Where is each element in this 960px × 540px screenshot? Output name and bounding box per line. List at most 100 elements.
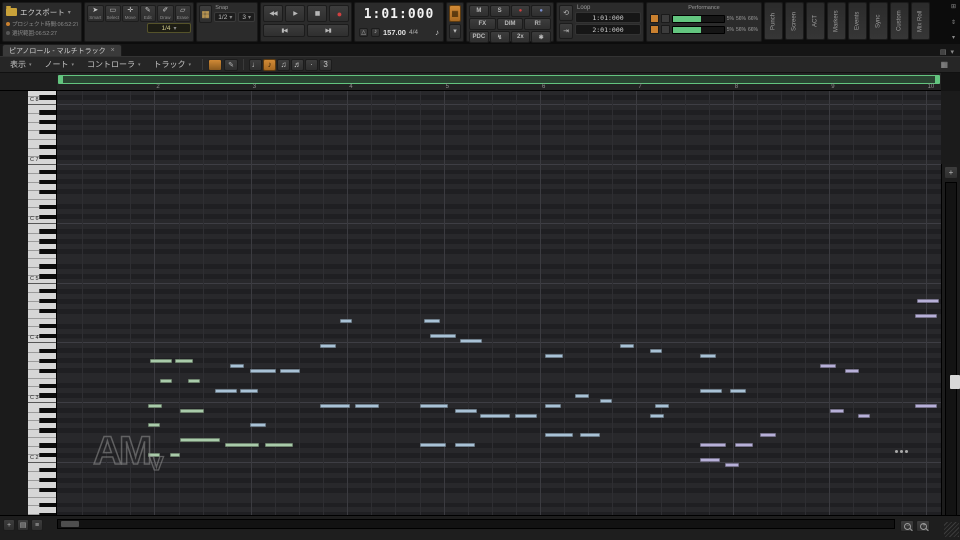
midi-note[interactable]: [915, 314, 937, 319]
midi-note[interactable]: [915, 403, 937, 408]
midi-note[interactable]: [620, 343, 634, 348]
black-key[interactable]: [39, 443, 56, 448]
collapsed-module-custom[interactable]: Custom: [890, 2, 909, 40]
tab-piano-roll[interactable]: ピアノロール - マルチトラック ×: [2, 44, 122, 56]
black-key[interactable]: [39, 323, 56, 329]
black-key[interactable]: [39, 487, 56, 493]
black-key[interactable]: [39, 308, 56, 314]
black-key[interactable]: [39, 239, 56, 244]
midi-note[interactable]: [655, 403, 669, 408]
midi-note[interactable]: [420, 403, 448, 408]
midi-note[interactable]: [180, 438, 220, 443]
bottom-tool-button[interactable]: ▤: [17, 519, 29, 531]
black-key[interactable]: [39, 130, 56, 135]
meter-value[interactable]: 4/4: [409, 29, 418, 36]
black-key[interactable]: [39, 348, 56, 354]
black-key[interactable]: [39, 408, 56, 413]
midi-note[interactable]: [575, 393, 589, 398]
bottom-tool-button[interactable]: +: [3, 519, 15, 531]
snap-value-select[interactable]: 1/2 ▾: [214, 12, 237, 22]
fx-button[interactable]: FX: [469, 18, 496, 30]
vertical-scrollbar[interactable]: [945, 182, 960, 540]
midi-note[interactable]: [858, 413, 870, 418]
black-key[interactable]: [39, 383, 56, 388]
midi-activity-button[interactable]: ▦: [449, 5, 461, 22]
black-key[interactable]: [39, 358, 56, 364]
midi-note[interactable]: [175, 358, 193, 363]
midi-note[interactable]: [148, 403, 162, 408]
export-button[interactable]: エクスポート ▾: [6, 5, 78, 19]
midi-note[interactable]: [650, 413, 664, 418]
vertical-scroll-thumb[interactable]: [950, 375, 960, 389]
black-key[interactable]: [39, 418, 56, 423]
menu-2[interactable]: コントローラ ▾: [81, 58, 147, 71]
midi-note[interactable]: [265, 443, 293, 448]
black-key[interactable]: [39, 179, 56, 185]
tool-edit-button[interactable]: ✎ Edit: [139, 5, 156, 22]
midi-note[interactable]: [845, 368, 859, 373]
midi-note[interactable]: [760, 433, 776, 438]
black-key[interactable]: [39, 453, 56, 458]
midi-note[interactable]: [545, 353, 563, 358]
tabbar-option-icon[interactable]: ▤: [940, 48, 947, 56]
note-duration-button[interactable]: ♬: [291, 58, 305, 71]
note-grid[interactable]: AMv: [57, 91, 941, 515]
record-arm-button[interactable]: ●: [510, 5, 531, 17]
midi-note[interactable]: [240, 388, 258, 393]
midi-note[interactable]: [600, 398, 612, 403]
note-duration-button[interactable]: ♪: [263, 58, 277, 71]
midi-note[interactable]: [225, 443, 259, 448]
tabbar-option-icon[interactable]: ▾: [950, 48, 954, 56]
speed-button[interactable]: 2x: [510, 31, 531, 43]
menu-0[interactable]: 表示 ▾: [4, 58, 38, 71]
window-control-icon[interactable]: ▾: [951, 34, 956, 41]
black-key[interactable]: [39, 214, 56, 219]
collapsed-module-punch[interactable]: Punch: [764, 2, 783, 40]
tool-select-button[interactable]: ▭ Select: [104, 5, 121, 22]
menu-3[interactable]: トラック ▾: [148, 58, 198, 71]
midi-note[interactable]: [455, 408, 477, 413]
aux-button[interactable]: ▾: [449, 23, 461, 39]
black-key[interactable]: [39, 502, 56, 508]
zoom-out-horizontal-button[interactable]: −: [900, 520, 914, 532]
snap-toggle-button[interactable]: ▦: [199, 5, 213, 23]
zoom-in-horizontal-button[interactable]: +: [916, 520, 930, 532]
black-key[interactable]: [39, 95, 56, 100]
transport-rewind-button[interactable]: ◀◀: [263, 5, 283, 22]
midi-note[interactable]: [480, 413, 510, 418]
solo-button[interactable]: S: [489, 5, 510, 17]
close-icon[interactable]: ×: [111, 47, 115, 54]
note-duration-button[interactable]: ♫: [277, 58, 291, 71]
loop-icon[interactable]: ⟲: [559, 5, 573, 21]
collapsed-module-mix-roll[interactable]: Mix Roll: [911, 2, 930, 40]
black-key[interactable]: [39, 249, 56, 254]
note-duration-button[interactable]: ♩: [249, 58, 263, 71]
draw-resolution-select[interactable]: 1/4 ▾: [147, 23, 191, 33]
loop-end-field[interactable]: 2:01:000: [575, 24, 641, 35]
black-key[interactable]: [39, 428, 56, 433]
note-duration-button[interactable]: 3: [319, 58, 333, 71]
black-key[interactable]: [39, 299, 56, 304]
black-key[interactable]: [39, 154, 56, 160]
midi-note[interactable]: [545, 433, 573, 438]
window-control-icon[interactable]: ⊞: [951, 3, 956, 10]
menu-1[interactable]: ノート ▾: [39, 58, 81, 71]
dim-solo-button[interactable]: DIM: [496, 18, 524, 30]
midi-note[interactable]: [424, 319, 440, 324]
transport-play-button[interactable]: ▶: [285, 5, 305, 22]
black-key[interactable]: [39, 368, 56, 373]
grid-settings-icon[interactable]: ▦: [940, 60, 948, 69]
collapsed-module-markers[interactable]: Markers: [827, 2, 846, 40]
black-key[interactable]: [39, 274, 56, 279]
transport-go-start-button[interactable]: ▮◀: [263, 24, 305, 37]
midi-note[interactable]: [735, 443, 753, 448]
tempo-value[interactable]: 157.00: [383, 28, 406, 37]
midi-note[interactable]: [340, 319, 352, 324]
midi-note[interactable]: [700, 458, 720, 463]
transport-go-end-button[interactable]: ▶▮: [307, 24, 349, 37]
note-color-button[interactable]: [208, 58, 223, 71]
black-key[interactable]: [39, 468, 56, 473]
midi-note[interactable]: [420, 443, 446, 448]
tool-erase-button[interactable]: ▱ Erase: [174, 5, 191, 22]
midi-note[interactable]: [545, 403, 561, 408]
